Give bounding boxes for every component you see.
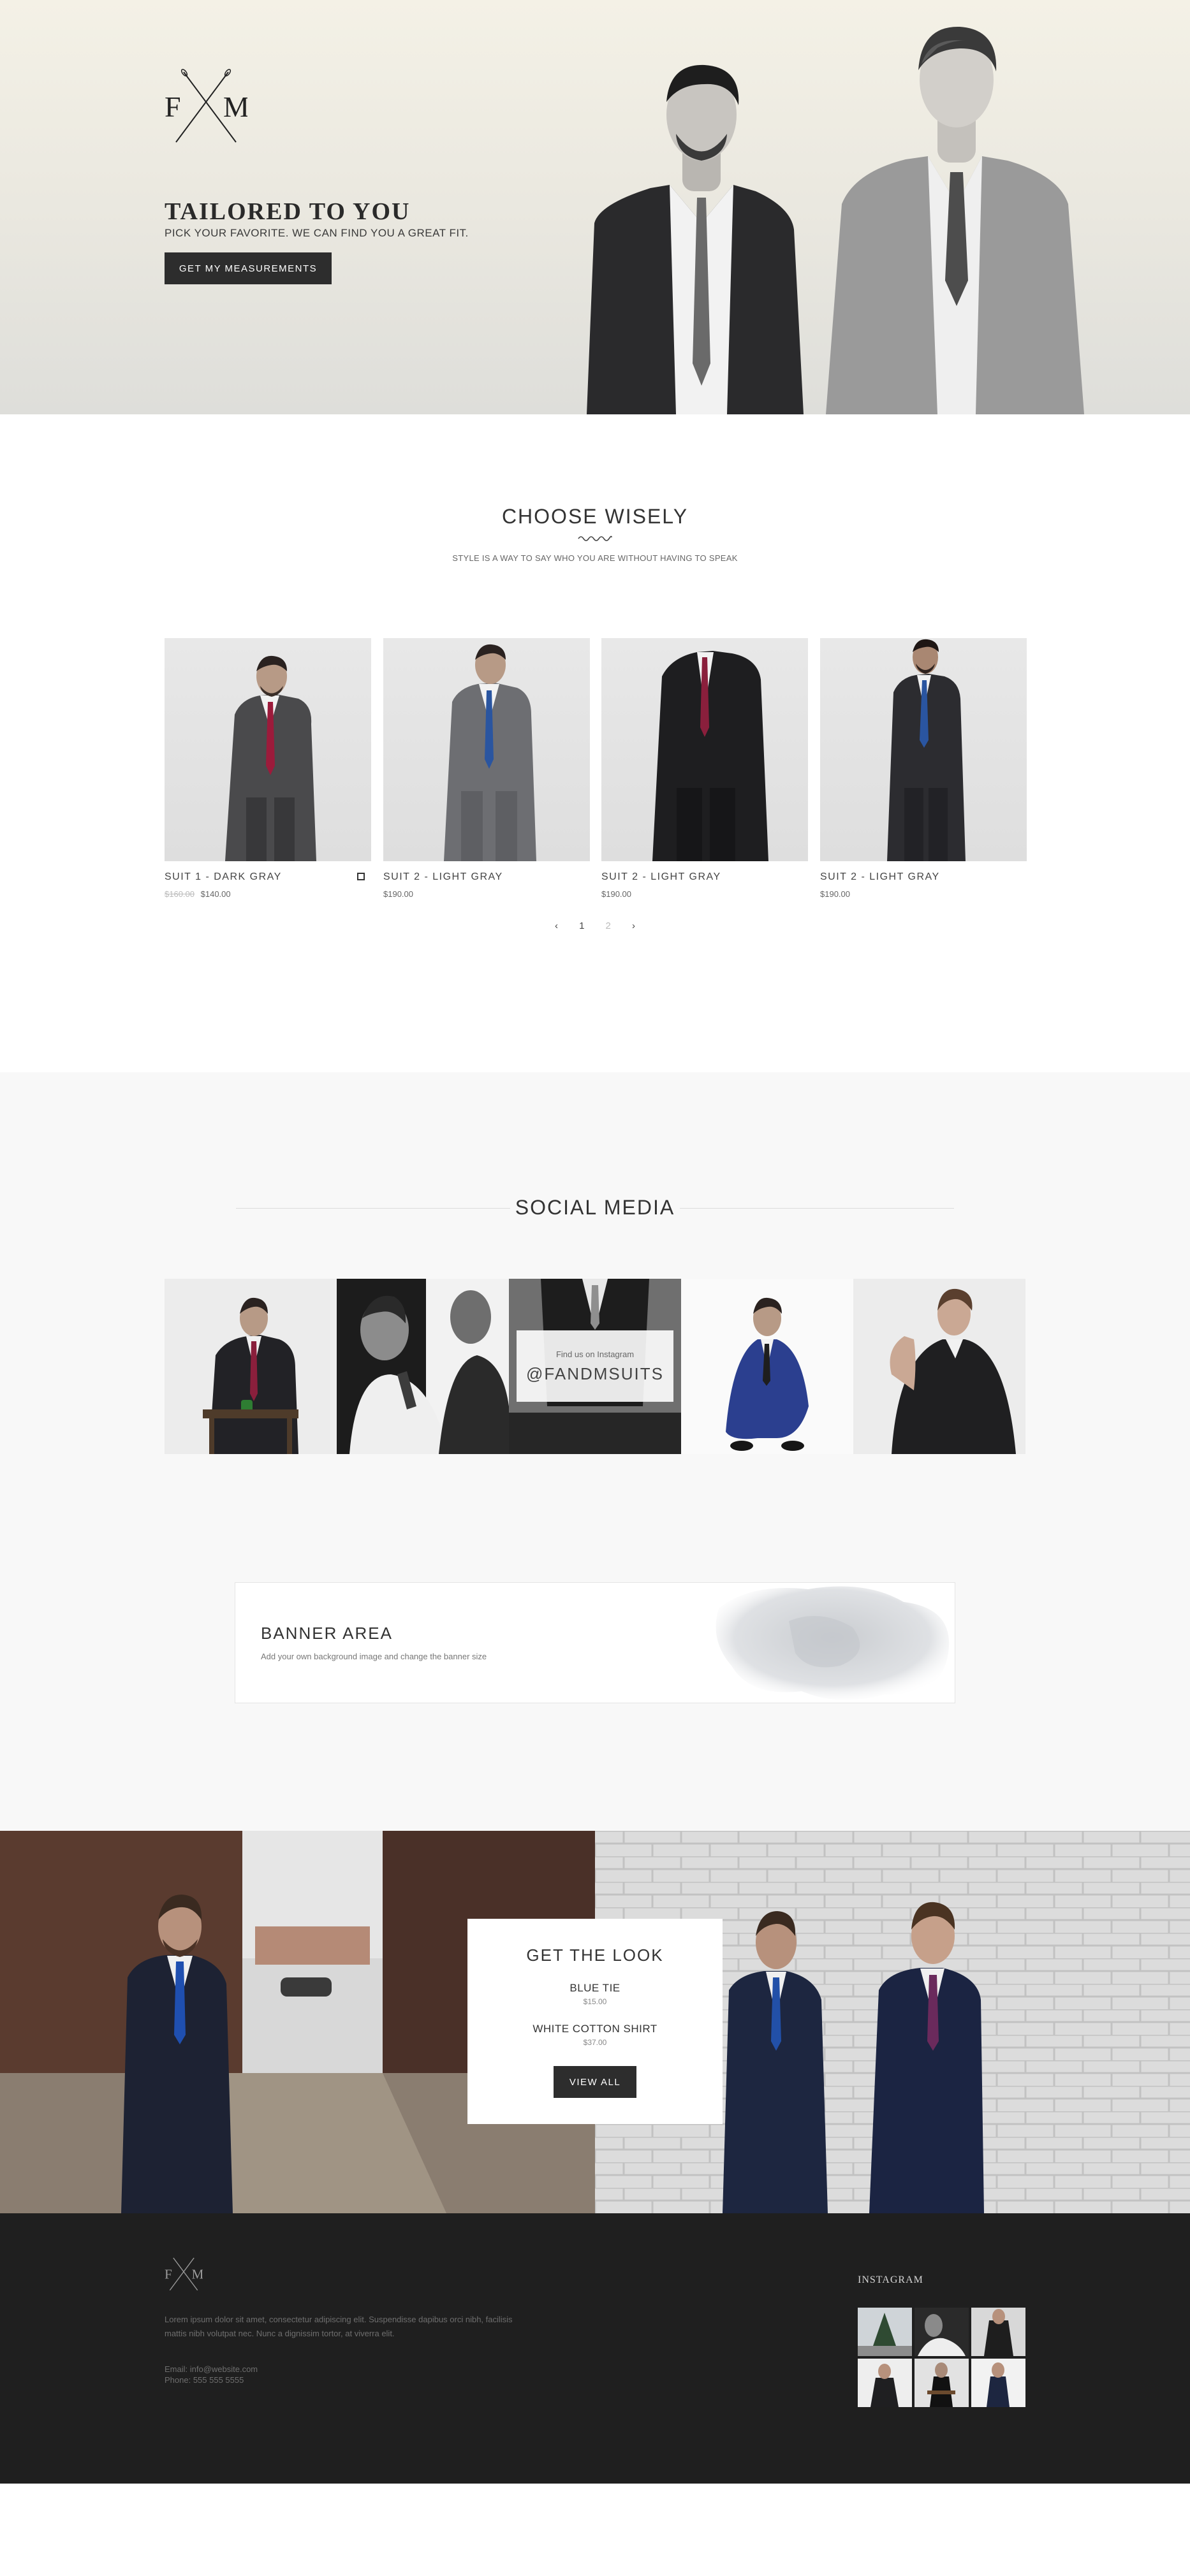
footer-instagram-thumb[interactable]	[971, 2359, 1025, 2407]
product-name[interactable]: SUIT 2 - LIGHT GRAY	[383, 871, 590, 883]
collection-subtitle: STYLE IS A WAY TO SAY WHO YOU ARE WITHOU…	[452, 553, 738, 563]
footer-phone[interactable]: Phone: 555 555 5555	[165, 2375, 258, 2385]
product-price: $190.00	[601, 889, 631, 899]
get-the-look-card: GET THE LOOK BLUE TIE $15.00 WHITE COTTO…	[467, 1919, 723, 2124]
look-item-name[interactable]: WHITE COTTON SHIRT	[467, 2023, 723, 2035]
page-bottom-spacer	[0, 2484, 1190, 2576]
product-image[interactable]	[383, 638, 590, 861]
look-item-name[interactable]: BLUE TIE	[467, 1982, 723, 1995]
product-card[interactable]: SUIT 2 - LIGHT GRAY $190.00	[820, 638, 1027, 899]
prev-page-chevron-icon[interactable]: ‹	[555, 921, 558, 931]
brand-logo[interactable]: F M	[165, 67, 247, 143]
product-price-row: $190.00	[820, 889, 1027, 899]
footer-instagram-thumb[interactable]	[915, 2359, 969, 2407]
hero-title: TAILORED TO YOU	[165, 198, 411, 225]
instagram-find-us-text: Find us on Instagram	[555, 1350, 635, 1359]
get-measurements-button[interactable]: GET MY MEASUREMENTS	[165, 252, 332, 284]
hero-section: F M TAILORED TO YOU PICK YOUR FAVORITE. …	[0, 0, 1190, 414]
compare-checkbox-icon[interactable]	[357, 873, 365, 880]
svg-text:F: F	[165, 2266, 172, 2281]
wavy-divider-icon	[578, 535, 612, 541]
instagram-photo[interactable]	[853, 1279, 1025, 1454]
footer-brand-logo[interactable]: F M	[165, 2255, 203, 2291]
product-old-price: $160.00	[165, 889, 195, 899]
svg-text:M: M	[191, 2266, 203, 2281]
footer-instagram-title: INSTAGRAM	[858, 2274, 923, 2285]
social-title: SOCIAL MEDIA	[515, 1196, 675, 1219]
product-price: $140.00	[200, 889, 231, 899]
product-image[interactable]	[820, 638, 1027, 861]
pagination: ‹ 1 2 ›	[555, 918, 635, 933]
footer-description: Lorem ipsum dolor sit amet, consectetur …	[165, 2315, 513, 2338]
hero-models-photo	[587, 26, 1084, 414]
next-page-chevron-icon[interactable]: ›	[632, 921, 635, 931]
watercolor-splash	[716, 1586, 950, 1700]
look-item-price: $15.00	[583, 1997, 607, 2006]
page-2-link[interactable]: 2	[606, 921, 611, 931]
svg-text:M: M	[223, 91, 247, 123]
product-card[interactable]: SUIT 2 - LIGHT GRAY $190.00	[601, 638, 808, 899]
product-card[interactable]: SUIT 1 - DARK GRAY $160.00 $140.00	[165, 638, 371, 899]
product-name[interactable]: SUIT 1 - DARK GRAY	[165, 871, 371, 883]
product-name[interactable]: SUIT 2 - LIGHT GRAY	[601, 871, 808, 883]
collection-title: CHOOSE WISELY	[501, 505, 689, 528]
svg-text:F: F	[165, 91, 181, 123]
footer-instagram-grid	[858, 2308, 1025, 2408]
product-card[interactable]: SUIT 2 - LIGHT GRAY $190.00	[383, 638, 590, 899]
product-price-row: $190.00	[601, 889, 808, 899]
banner-title: BANNER AREA	[261, 1624, 393, 1643]
instagram-photo[interactable]	[681, 1279, 853, 1454]
instagram-photo[interactable]	[337, 1279, 509, 1454]
product-price: $190.00	[820, 889, 850, 899]
view-all-button[interactable]: VIEW ALL	[554, 2066, 636, 2098]
footer-instagram-thumb[interactable]	[858, 2308, 912, 2356]
footer-instagram-thumb[interactable]	[858, 2359, 912, 2407]
footer-email[interactable]: Email: info@website.com	[165, 2364, 258, 2375]
instagram-photo[interactable]	[165, 1279, 337, 1454]
page-1-link[interactable]: 1	[579, 921, 584, 931]
instagram-handle[interactable]: @FANDMSUITS	[517, 1364, 673, 1384]
look-title: GET THE LOOK	[526, 1946, 664, 1965]
footer-contact: Email: info@website.com Phone: 555 555 5…	[165, 2364, 258, 2385]
product-name[interactable]: SUIT 2 - LIGHT GRAY	[820, 871, 1027, 883]
hero-subtitle: PICK YOUR FAVORITE. WE CAN FIND YOU A GR…	[165, 227, 469, 239]
banner-subtitle: Add your own background image and change…	[261, 1652, 487, 1661]
look-item-price: $37.00	[583, 2038, 607, 2047]
product-price-row: $190.00	[383, 889, 590, 899]
instagram-follow-overlay[interactable]: Find us on Instagram @FANDMSUITS	[517, 1330, 673, 1402]
footer-instagram-thumb[interactable]	[971, 2308, 1025, 2356]
banner-area[interactable]: BANNER AREA Add your own background imag…	[235, 1582, 955, 1703]
product-price: $190.00	[383, 889, 413, 899]
product-price-row: $160.00 $140.00	[165, 889, 371, 899]
product-image[interactable]	[165, 638, 371, 861]
product-image[interactable]	[601, 638, 808, 861]
footer-instagram-thumb[interactable]	[915, 2308, 969, 2356]
